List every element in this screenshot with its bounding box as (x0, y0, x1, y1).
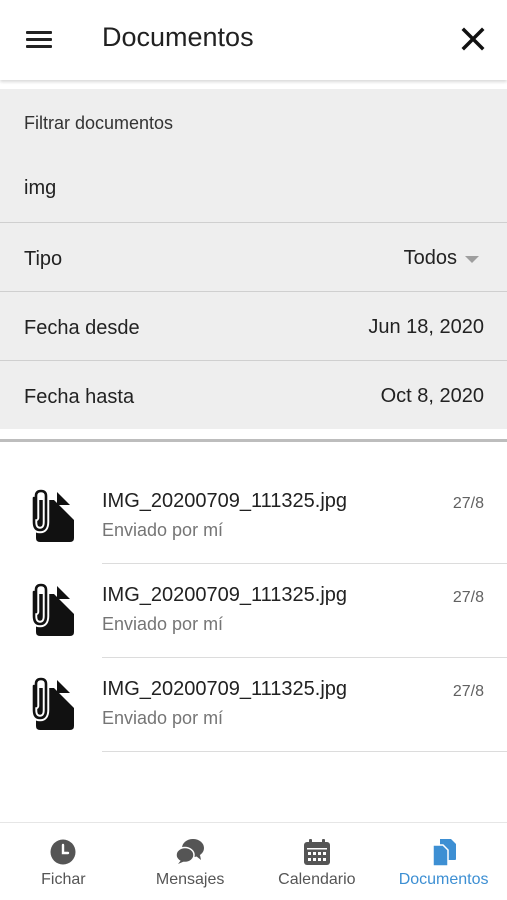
attachment-file-icon (30, 488, 74, 542)
bottom-navigation: Fichar Mensajes Calendario Documentos (0, 822, 507, 900)
date-to-label: Fecha hasta (24, 386, 135, 408)
date-from-field[interactable]: Fecha desde Jun 18, 2020 (0, 292, 507, 361)
document-sender: Enviado por mí (102, 614, 224, 634)
document-sender: Enviado por mí (102, 708, 224, 728)
nav-label: Fichar (41, 871, 86, 888)
filter-search-field[interactable]: Filtrar documentos (0, 89, 507, 223)
document-date: 27/8 (452, 683, 484, 700)
attachment-file-icon (30, 582, 74, 636)
document-date: 27/8 (452, 495, 484, 512)
list-item[interactable]: IMG_20200709_111325.jpg Enviado por mí 2… (0, 470, 507, 564)
list-divider (102, 751, 507, 752)
date-to-value: Oct 8, 2020 (380, 385, 484, 407)
date-from-value: Jun 18, 2020 (368, 316, 484, 338)
nav-label: Mensajes (155, 871, 225, 888)
document-sender: Enviado por mí (102, 520, 224, 540)
hamburger-menu-icon[interactable] (22, 27, 56, 53)
date-to-field[interactable]: Fecha hasta Oct 8, 2020 (0, 361, 507, 430)
filter-search-label: Filtrar documentos (24, 113, 174, 133)
type-select[interactable]: Tipo Todos (0, 223, 507, 292)
nav-item-mensajes[interactable]: Mensajes (127, 823, 254, 900)
type-label: Tipo (24, 248, 63, 270)
list-item[interactable]: IMG_20200709_111325.jpg Enviado por mí 2… (0, 658, 507, 752)
close-icon[interactable] (458, 24, 488, 54)
document-name: IMG_20200709_111325.jpg (102, 678, 348, 700)
document-date: 27/8 (452, 589, 484, 606)
nav-item-fichar[interactable]: Fichar (0, 823, 127, 900)
section-divider (0, 439, 507, 442)
documents-icon (431, 839, 456, 867)
chat-bubbles-icon (175, 839, 205, 864)
calendar-icon (303, 839, 330, 865)
filter-search-input[interactable] (24, 177, 474, 200)
nav-item-documentos[interactable]: Documentos (380, 823, 507, 900)
document-list: IMG_20200709_111325.jpg Enviado por mí 2… (0, 470, 507, 752)
type-value: Todos (403, 247, 457, 269)
filter-panel: Filtrar documentos Tipo Todos Fecha desd… (0, 89, 507, 429)
date-from-label: Fecha desde (24, 317, 140, 339)
dropdown-caret-icon (465, 256, 479, 263)
nav-item-calendario[interactable]: Calendario (254, 823, 381, 900)
list-item[interactable]: IMG_20200709_111325.jpg Enviado por mí 2… (0, 564, 507, 658)
attachment-file-icon (30, 676, 74, 730)
nav-label: Documentos (398, 871, 489, 888)
document-name: IMG_20200709_111325.jpg (102, 490, 348, 512)
app-header: Documentos (0, 0, 507, 80)
document-name: IMG_20200709_111325.jpg (102, 584, 348, 606)
clock-icon (50, 839, 76, 865)
page-title: Documentos (102, 22, 254, 52)
nav-label: Calendario (278, 871, 356, 888)
